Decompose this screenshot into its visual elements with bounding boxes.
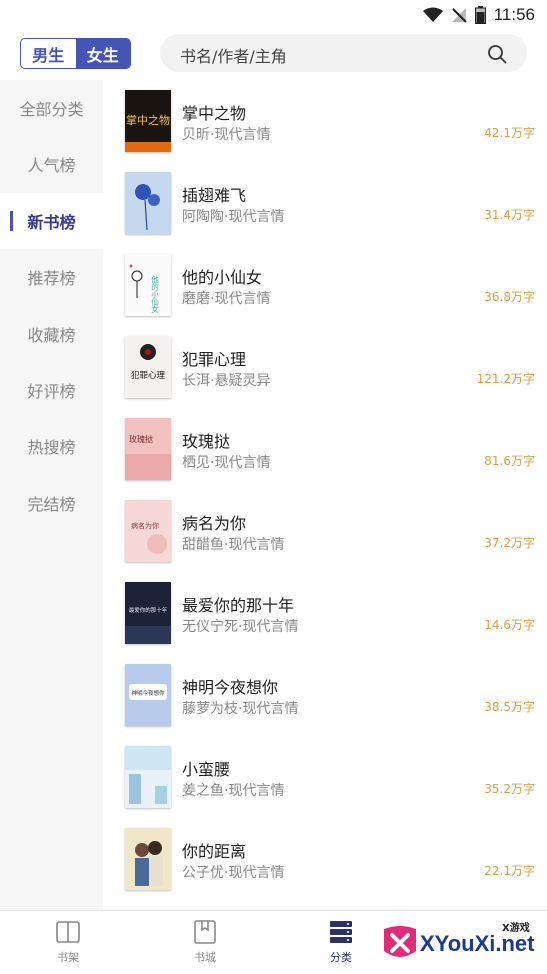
cover-title: 掌中之物 [126, 113, 170, 127]
book-cover[interactable]: 玫瑰挞 [125, 418, 171, 480]
word-count: 121.2万字 [476, 372, 535, 386]
book-cover[interactable]: 神明今夜想你 [125, 664, 171, 726]
category-stack-icon [330, 921, 352, 943]
book-title: 你的距离 [182, 842, 247, 861]
word-count: 36.8万字 [484, 290, 535, 304]
category-rated[interactable]: 好评榜 [0, 362, 103, 418]
book-author-genre: 栖见·现代言情 [182, 455, 271, 471]
book-author-genre: 姜之鱼·现代言情 [182, 783, 285, 799]
top-bar: 男生 女生 书名/作者/主角 [0, 30, 547, 78]
tab-category[interactable]: 分类 [311, 919, 371, 965]
book-title: 玫瑰挞 [182, 432, 231, 451]
word-count: 31.4万字 [484, 208, 535, 222]
book-author-genre: 磨磨·现代言情 [182, 291, 271, 307]
book-title: 小蛮腰 [182, 760, 231, 779]
cover-title: 神明今夜想你 [131, 689, 165, 697]
book-title: 掌中之物 [182, 104, 247, 123]
book-title: 犯罪心理 [182, 350, 247, 369]
category-all[interactable]: 全部分类 [0, 80, 103, 136]
book-title: 他的小仙女 [182, 268, 263, 287]
book-cover[interactable]: 他的小仙女 [125, 254, 171, 316]
cover-title: 他的小仙女 [150, 274, 159, 314]
word-count: 35.2万字 [484, 782, 535, 796]
tab-label: 书架 [57, 951, 79, 964]
gender-switch: 男生 女生 [20, 38, 131, 69]
book-cover[interactable]: 掌中之物 [125, 90, 171, 152]
category-sidebar: 全部分类 人气榜 新书榜 推荐榜 收藏榜 好评榜 热搜榜 完结榜 [0, 80, 103, 910]
book-title: 最爱你的那十年 [182, 596, 295, 615]
word-count: 22.1万字 [484, 864, 535, 878]
book-row[interactable]: 玫瑰挞 玫瑰挞 栖见·现代言情 81.6万字 [103, 408, 547, 490]
status-bar: 11:56 [0, 0, 547, 30]
search-bar[interactable]: 书名/作者/主角 [160, 34, 527, 72]
book-cover[interactable]: 犯罪心理 [125, 336, 171, 398]
book-row[interactable]: 小蛮腰 姜之鱼·现代言情 35.2万字 [103, 736, 547, 818]
category-popular[interactable]: 人气榜 [0, 136, 103, 192]
tab-label: 分类 [330, 951, 352, 964]
book-author-genre: 甜醋鱼·现代言情 [182, 537, 285, 553]
category-hot-search[interactable]: 热搜榜 [0, 418, 103, 474]
book-open-icon [56, 921, 80, 943]
book-author-genre: 阿陶陶·现代言情 [182, 209, 285, 225]
female-tab[interactable]: 女生 [75, 39, 130, 68]
category-recommend[interactable]: 推荐榜 [0, 249, 103, 305]
search-placeholder: 书名/作者/主角 [180, 47, 287, 66]
watermark: XYouXi.net X游戏 [372, 915, 542, 971]
cover-title: 病名为你 [131, 521, 159, 530]
tab-bookshelf[interactable]: 书架 [38, 919, 98, 965]
search-icon[interactable] [487, 44, 507, 64]
book-title: 病名为你 [182, 514, 247, 533]
book-title: 插翅难飞 [182, 186, 247, 205]
book-row[interactable]: 最爱你的那十年 最爱你的那十年 无仪宁死·现代言情 14.6万字 [103, 572, 547, 654]
book-cover[interactable] [125, 172, 171, 234]
word-count: 42.1万字 [484, 126, 535, 140]
category-new[interactable]: 新书榜 [0, 193, 103, 249]
cover-title: 犯罪心理 [131, 370, 166, 381]
male-tab[interactable]: 男生 [21, 39, 76, 68]
book-cover[interactable]: 病名为你 [125, 500, 171, 562]
clock: 11:56 [493, 5, 535, 24]
wifi-icon [422, 7, 443, 22]
book-row[interactable]: 你的距离 公子优·现代言情 22.1万字 [103, 818, 547, 900]
category-finished[interactable]: 完结榜 [0, 475, 103, 531]
word-count: 81.6万字 [484, 454, 535, 468]
book-row[interactable]: 他的小仙女 他的小仙女 磨磨·现代言情 36.8万字 [103, 244, 547, 326]
word-count: 37.2万字 [484, 536, 535, 550]
book-row[interactable]: 掌中之物 掌中之物 贝昕·现代言情 42.1万字 [103, 80, 547, 162]
book-author-genre: 无仪宁死·现代言情 [182, 619, 299, 635]
battery-icon [474, 6, 486, 24]
bookmark-book-icon [194, 920, 216, 944]
category-favorites[interactable]: 收藏榜 [0, 306, 103, 362]
no-signal-icon [451, 8, 467, 23]
book-author-genre: 藤萝为枝·现代言情 [182, 701, 299, 717]
book-author-genre: 贝昕·现代言情 [182, 127, 271, 143]
book-cover[interactable] [125, 828, 171, 890]
tab-label: 书城 [194, 951, 216, 964]
watermark-small-text: X游戏 [502, 923, 530, 934]
book-author-genre: 公子优·现代言情 [182, 865, 285, 881]
book-cover[interactable] [125, 746, 171, 808]
book-row[interactable]: 犯罪心理 犯罪心理 长洱·悬疑灵异 121.2万字 [103, 326, 547, 408]
word-count: 38.5万字 [484, 700, 535, 714]
watermark-text: XYouXi.net [420, 931, 535, 956]
cover-title: 玫瑰挞 [129, 434, 153, 444]
book-row[interactable]: 病名为你 病名为你 甜醋鱼·现代言情 37.2万字 [103, 490, 547, 572]
book-row[interactable]: 神明今夜想你 神明今夜想你 藤萝为枝·现代言情 38.5万字 [103, 654, 547, 736]
book-cover[interactable]: 最爱你的那十年 [125, 582, 171, 644]
cover-title: 最爱你的那十年 [129, 606, 168, 614]
book-row[interactable]: 插翅难飞 阿陶陶·现代言情 31.4万字 [103, 162, 547, 244]
word-count: 14.6万字 [484, 618, 535, 632]
book-title: 神明今夜想你 [182, 678, 279, 697]
xyouxi-logo-icon [384, 926, 416, 957]
book-author-genre: 长洱·悬疑灵异 [182, 373, 271, 389]
tab-bookstore[interactable]: 书城 [175, 919, 235, 965]
